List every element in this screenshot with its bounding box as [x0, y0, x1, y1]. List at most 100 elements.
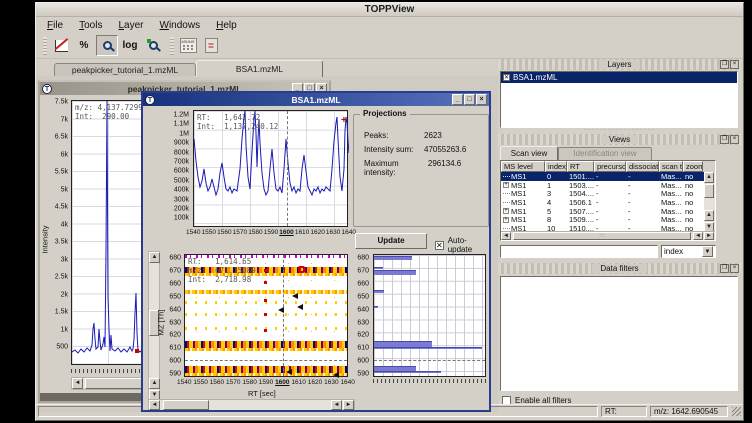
- projections-groupbox: Projections Peaks: 2623 Intensity sum: 4…: [353, 114, 489, 227]
- column-header[interactable]: dissociation: [626, 161, 659, 172]
- toolbar-handle[interactable]: [170, 37, 174, 55]
- column-header[interactable]: index: [545, 161, 567, 172]
- update-button[interactable]: Update: [355, 233, 427, 249]
- chevron-down-icon[interactable]: ▼: [702, 246, 713, 257]
- msms-view-icon[interactable]: MS/MS: [177, 35, 199, 56]
- close-panel-icon[interactable]: ×: [730, 60, 739, 69]
- menu-tools[interactable]: Tools: [71, 19, 110, 32]
- layer-item[interactable]: ✕BSA1.mzML: [501, 72, 737, 83]
- scroll-left-icon[interactable]: ◄: [501, 232, 511, 240]
- scroll-right-icon[interactable]: ►: [343, 400, 354, 410]
- tab-scan-view[interactable]: Scan view: [500, 146, 558, 160]
- column-header[interactable]: MS level: [501, 161, 545, 172]
- menu-file[interactable]: File: [39, 19, 71, 32]
- scroll-left-icon[interactable]: ◄: [72, 378, 83, 389]
- scroll-left-icon[interactable]: ◄: [693, 232, 703, 240]
- scan-table-header[interactable]: MS levelindexRTprecursordissociationscan…: [501, 161, 715, 172]
- scroll-thumb[interactable]: [163, 400, 209, 410]
- table-row[interactable]: +MS111503....--Mas...no: [501, 181, 715, 190]
- column-header[interactable]: zoom: [683, 161, 703, 172]
- heatmap-band: [185, 348, 347, 351]
- tab-bar: peakpicker_tutorial_1.mzML BSA1.mzML: [36, 59, 498, 77]
- menu-layer[interactable]: Layer: [110, 19, 151, 32]
- tree-expand-icon[interactable]: +: [503, 182, 509, 188]
- rt-h-scrollbar[interactable]: ◄ ◄ ►: [148, 399, 355, 410]
- resize-grip[interactable]: [732, 407, 741, 416]
- rt-projection-readout: RT: 1,642.72 Int: 1,137,240.12: [197, 113, 278, 131]
- float-panel-icon[interactable]: ❐: [720, 264, 729, 273]
- scroll-right-icon[interactable]: ►: [704, 232, 714, 240]
- checkbox-checked-icon[interactable]: ✕: [503, 74, 510, 81]
- scroll-thumb[interactable]: ::::: [513, 232, 691, 240]
- table-row[interactable]: MS101501....--Mas...no: [501, 172, 715, 181]
- layers-panel-titlebar[interactable]: Layers ❐ ×: [498, 59, 741, 70]
- percentage-intensity-icon[interactable]: %: [73, 35, 95, 56]
- menu-help[interactable]: Help: [208, 19, 245, 32]
- table-row[interactable]: +MS181509....--Mas...no: [501, 215, 715, 224]
- close-panel-icon[interactable]: ×: [730, 264, 739, 273]
- toolbar-handle[interactable]: [43, 37, 47, 55]
- table-row[interactable]: MS141506.1--Mas...no: [501, 198, 715, 207]
- bsa-window: T BSA1.mzML _ □ × 1.2M1.1M1M900k800k700k…: [141, 91, 491, 412]
- axis-tick: 660: [357, 280, 369, 287]
- scroll-up-icon[interactable]: ▲: [149, 378, 160, 389]
- current-position-marker: +: [341, 115, 347, 126]
- scroll-thumb[interactable]: [704, 184, 714, 198]
- feature-arrow-marker: [275, 307, 284, 313]
- max-intensity-row: Maximum intensity: 296134.6: [364, 159, 482, 177]
- cell-index: 4: [545, 198, 567, 207]
- zoom-mode-icon[interactable]: [96, 35, 118, 56]
- column-header[interactable]: RT: [567, 161, 594, 172]
- scroll-up-icon[interactable]: ▲: [704, 210, 714, 221]
- tree-expand-icon[interactable]: +: [503, 208, 509, 214]
- table-h-scrollbar[interactable]: ◄ :::: ◄ ►: [501, 231, 716, 240]
- maximize-icon[interactable]: □: [464, 94, 475, 105]
- table-v-scrollbar[interactable]: ▲ ▲ ▼: [704, 172, 715, 233]
- close-icon[interactable]: ×: [476, 94, 487, 105]
- column-header[interactable]: scan type: [659, 161, 683, 172]
- tab-identification-view[interactable]: Identification view: [558, 147, 652, 160]
- scroll-thumb[interactable]: [85, 378, 145, 389]
- bsa-window-titlebar[interactable]: T BSA1.mzML _ □ ×: [143, 93, 489, 106]
- data-filters-list[interactable]: [500, 276, 738, 391]
- mz-projection-y-axis: 680670660650640630620610600590: [353, 254, 371, 379]
- axis-tick: 1550: [193, 379, 207, 386]
- rt-projection-plot[interactable]: RT: 1,642.72 Int: 1,137,240.12 +: [193, 110, 348, 227]
- dock-splitter[interactable]: ···························: [498, 129, 741, 133]
- data-filters-panel-titlebar[interactable]: Data filters ❐ ×: [498, 263, 741, 274]
- minimize-icon[interactable]: _: [452, 94, 463, 105]
- float-panel-icon[interactable]: ❐: [720, 60, 729, 69]
- tree-expand-icon[interactable]: +: [503, 217, 509, 223]
- scroll-up-icon[interactable]: ▲: [149, 252, 160, 263]
- float-panel-icon[interactable]: ❐: [720, 135, 729, 144]
- axis-tick: 590: [357, 371, 369, 378]
- measure-mode-icon[interactable]: [142, 35, 164, 56]
- table-row[interactable]: MS131504....--Mas...no: [501, 189, 715, 198]
- mz-projection-plot[interactable]: [373, 254, 486, 377]
- axis-tick: 1k: [61, 326, 68, 333]
- search-column-combo[interactable]: index ▼: [661, 245, 716, 258]
- table-row[interactable]: +MS151507....--Mas...no: [501, 207, 715, 216]
- axis-tick: 660: [169, 280, 181, 287]
- mz-projection-bar: [374, 347, 482, 349]
- close-panel-icon[interactable]: ×: [730, 135, 739, 144]
- tab-peakpicker[interactable]: peakpicker_tutorial_1.mzML: [54, 63, 196, 77]
- edit-metadata-icon[interactable]: ≣: [200, 35, 222, 56]
- app-titlebar[interactable]: TOPPView: [36, 3, 743, 17]
- views-panel-titlebar[interactable]: Views ❐ ×: [498, 134, 741, 145]
- layers-list[interactable]: ✕BSA1.mzML: [500, 71, 738, 128]
- tab-bsa1[interactable]: BSA1.mzML: [196, 60, 323, 77]
- axis-tick: 670: [169, 267, 181, 274]
- auto-update-checkbox[interactable]: ✕ Auto-update: [435, 236, 489, 254]
- scroll-left-icon[interactable]: ◄: [331, 400, 342, 410]
- crosshair-hline: [374, 360, 485, 361]
- axis-tick: 1610: [295, 229, 309, 236]
- menu-windows[interactable]: Windows: [152, 19, 209, 32]
- column-header[interactable]: precursor: [594, 161, 626, 172]
- scroll-up-icon[interactable]: ▲: [704, 172, 714, 183]
- scroll-left-icon[interactable]: ◄: [149, 400, 160, 410]
- scan-search-input[interactable]: [500, 245, 658, 258]
- heatmap-plot[interactable]: RT: 1,614.65 m/z: 671.15089 Int: 2,718.9…: [184, 254, 348, 377]
- linear-intensity-icon[interactable]: [50, 35, 72, 56]
- log-intensity-icon[interactable]: log: [119, 35, 141, 56]
